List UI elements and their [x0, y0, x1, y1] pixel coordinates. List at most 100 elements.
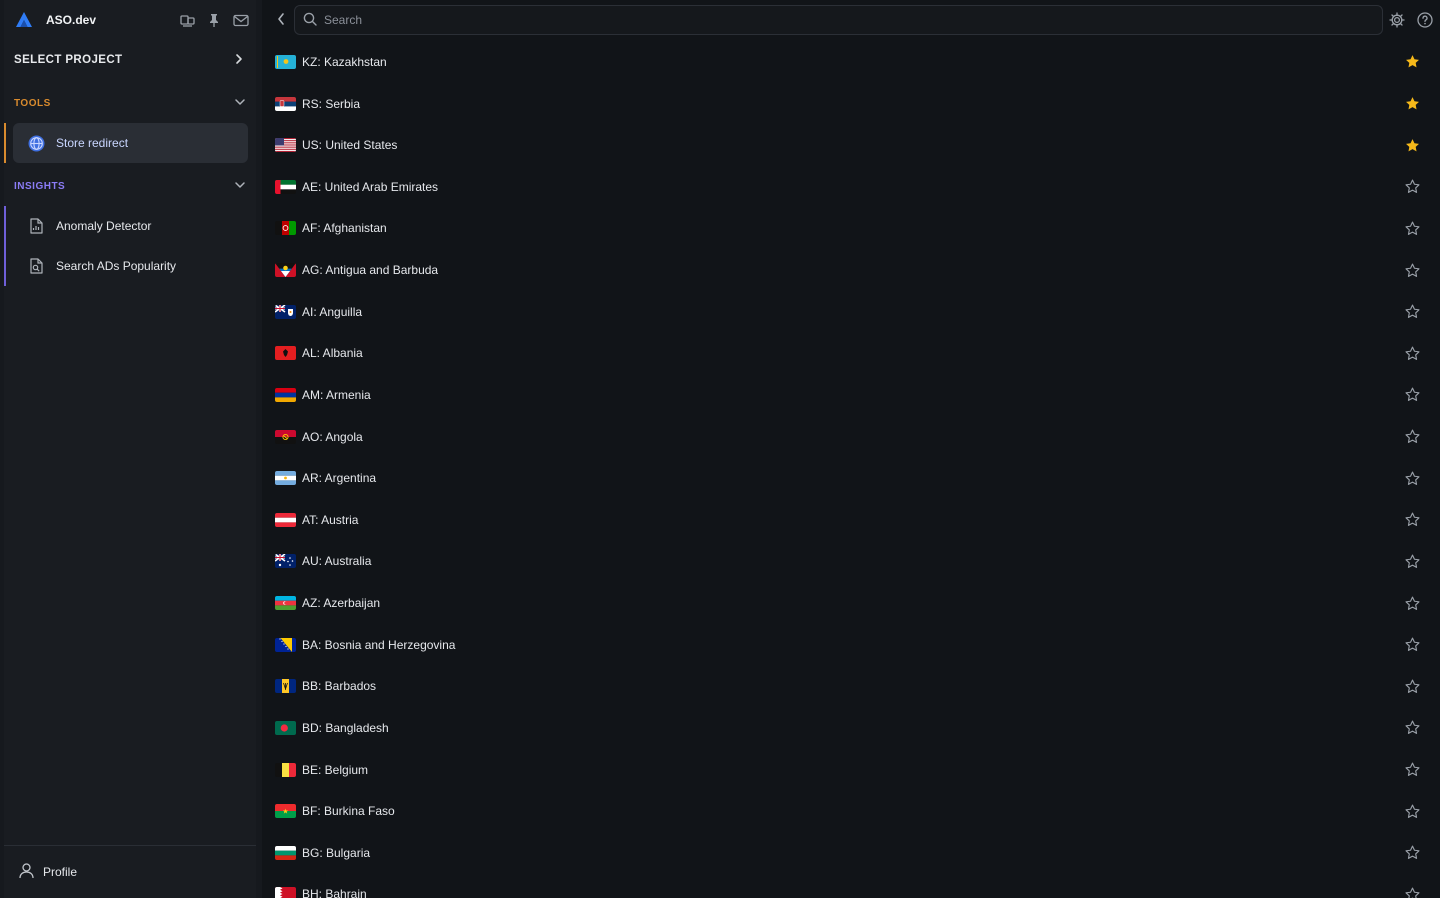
sidebar-item-store-redirect[interactable]: Store redirect: [13, 123, 248, 163]
flag-rs-icon: [275, 96, 296, 111]
star-outline-icon[interactable]: [1403, 344, 1421, 362]
profile-button[interactable]: Profile: [4, 845, 256, 898]
tools-section-title: TOOLS: [14, 97, 51, 109]
flag-ba-icon: [275, 637, 296, 652]
country-row-be[interactable]: BE: Belgium: [262, 749, 1440, 791]
country-label: AI: Anguilla: [302, 304, 363, 319]
search-bar[interactable]: [294, 5, 1383, 35]
star-outline-icon[interactable]: [1403, 636, 1421, 654]
insights-section-header[interactable]: INSIGHTS: [14, 176, 246, 196]
country-row-am[interactable]: AM: Armenia: [262, 374, 1440, 416]
country-label: BA: Bosnia and Herzegovina: [302, 637, 456, 652]
star-outline-icon[interactable]: [1403, 219, 1421, 237]
country-label: AT: Austria: [302, 512, 359, 527]
country-label: BG: Bulgaria: [302, 845, 371, 860]
country-label: BD: Bangladesh: [302, 720, 389, 735]
country-row-us[interactable]: US: United States: [262, 124, 1440, 166]
star-outline-icon[interactable]: [1403, 303, 1421, 321]
mirror-icon[interactable]: [178, 11, 196, 29]
country-label: AR: Argentina: [302, 471, 377, 486]
country-label: BH: Bahrain: [302, 887, 367, 898]
country-label: KZ: Kazakhstan: [302, 54, 387, 69]
star-outline-icon[interactable]: [1403, 261, 1421, 279]
flag-bd-icon: [275, 720, 296, 735]
insights-section-title: INSIGHTS: [14, 180, 66, 192]
star-outline-icon[interactable]: [1403, 386, 1421, 404]
country-row-at[interactable]: AT: Austria: [262, 499, 1440, 541]
country-row-al[interactable]: AL: Albania: [262, 333, 1440, 375]
country-label: AL: Albania: [302, 346, 363, 361]
country-row-bf[interactable]: BF: Burkina Faso: [262, 790, 1440, 832]
country-row-bh[interactable]: BH: Bahrain: [262, 874, 1440, 898]
search-input[interactable]: [324, 13, 1364, 27]
star-filled-icon[interactable]: [1403, 95, 1421, 113]
flag-ai-icon: [275, 304, 296, 319]
country-row-bg[interactable]: BG: Bulgaria: [262, 832, 1440, 874]
star-outline-icon[interactable]: [1403, 844, 1421, 862]
flag-bb-icon: [275, 679, 296, 694]
flag-af-icon: [275, 221, 296, 236]
star-outline-icon[interactable]: [1403, 552, 1421, 570]
star-outline-icon[interactable]: [1403, 885, 1421, 898]
aso-logo-icon[interactable]: [14, 10, 34, 30]
star-outline-icon[interactable]: [1403, 761, 1421, 779]
country-row-az[interactable]: AZ: Azerbaijan: [262, 582, 1440, 624]
country-row-ar[interactable]: AR: Argentina: [262, 457, 1440, 499]
tools-section-header[interactable]: TOOLS: [14, 93, 246, 113]
chevron-down-icon: [234, 179, 246, 193]
star-outline-icon[interactable]: [1403, 178, 1421, 196]
country-row-au[interactable]: AU: Australia: [262, 541, 1440, 583]
mail-icon[interactable]: [232, 11, 250, 29]
flag-kz-icon: [275, 54, 296, 69]
country-row-bd[interactable]: BD: Bangladesh: [262, 707, 1440, 749]
flag-al-icon: [275, 346, 296, 361]
flag-at-icon: [275, 512, 296, 527]
country-label: RS: Serbia: [302, 96, 361, 111]
sidebar-item-label: Anomaly Detector: [56, 219, 152, 233]
select-project-button[interactable]: SELECT PROJECT: [14, 48, 244, 72]
chevron-left-icon: [276, 12, 286, 29]
flag-au-icon: [275, 554, 296, 569]
country-row-ae[interactable]: AE: United Arab Emirates: [262, 166, 1440, 208]
star-outline-icon[interactable]: [1403, 677, 1421, 695]
flag-us-icon: [275, 138, 296, 153]
country-row-rs[interactable]: RS: Serbia: [262, 83, 1440, 125]
sidebar-item-search-ads-popularity[interactable]: Search ADs Popularity: [13, 246, 248, 286]
country-list: KZ: Kazakhstan RS: Serbia US: United State…: [262, 41, 1440, 898]
document-search-icon: [27, 257, 45, 275]
brand-header: ASO.dev: [14, 8, 250, 32]
country-row-ba[interactable]: BA: Bosnia and Herzegovina: [262, 624, 1440, 666]
settings-icon[interactable]: [1388, 11, 1406, 29]
star-outline-icon[interactable]: [1403, 511, 1421, 529]
star-outline-icon[interactable]: [1403, 719, 1421, 737]
help-icon[interactable]: [1416, 11, 1434, 29]
chevron-right-icon: [234, 53, 244, 68]
app-name: ASO.dev: [46, 13, 97, 27]
star-outline-icon[interactable]: [1403, 594, 1421, 612]
star-outline-icon[interactable]: [1403, 469, 1421, 487]
star-filled-icon[interactable]: [1403, 136, 1421, 154]
profile-label: Profile: [43, 865, 78, 879]
flag-ae-icon: [275, 179, 296, 194]
flag-bf-icon: [275, 804, 296, 819]
back-button[interactable]: [272, 10, 290, 30]
sidebar-item-anomaly-detector[interactable]: Anomaly Detector: [13, 206, 248, 246]
country-row-bb[interactable]: BB: Barbados: [262, 665, 1440, 707]
country-label: AF: Afghanistan: [302, 221, 387, 236]
sidebar-item-label: Store redirect: [56, 136, 129, 150]
country-row-af[interactable]: AF: Afghanistan: [262, 208, 1440, 250]
insights-accent-bar: [4, 206, 6, 286]
country-row-kz[interactable]: KZ: Kazakhstan: [262, 41, 1440, 83]
country-row-ai[interactable]: AI: Anguilla: [262, 291, 1440, 333]
insights-nav-group: Anomaly Detector Search ADs Popularity: [4, 206, 248, 286]
country-row-ao[interactable]: AO: Angola: [262, 416, 1440, 458]
star-outline-icon[interactable]: [1403, 802, 1421, 820]
pin-icon[interactable]: [205, 11, 223, 29]
country-row-ag[interactable]: AG: Antigua and Barbuda: [262, 249, 1440, 291]
star-outline-icon[interactable]: [1403, 428, 1421, 446]
star-filled-icon[interactable]: [1403, 53, 1421, 71]
country-label: BF: Burkina Faso: [302, 804, 395, 819]
flag-bg-icon: [275, 845, 296, 860]
country-label: US: United States: [302, 138, 398, 153]
country-label: BB: Barbados: [302, 679, 377, 694]
